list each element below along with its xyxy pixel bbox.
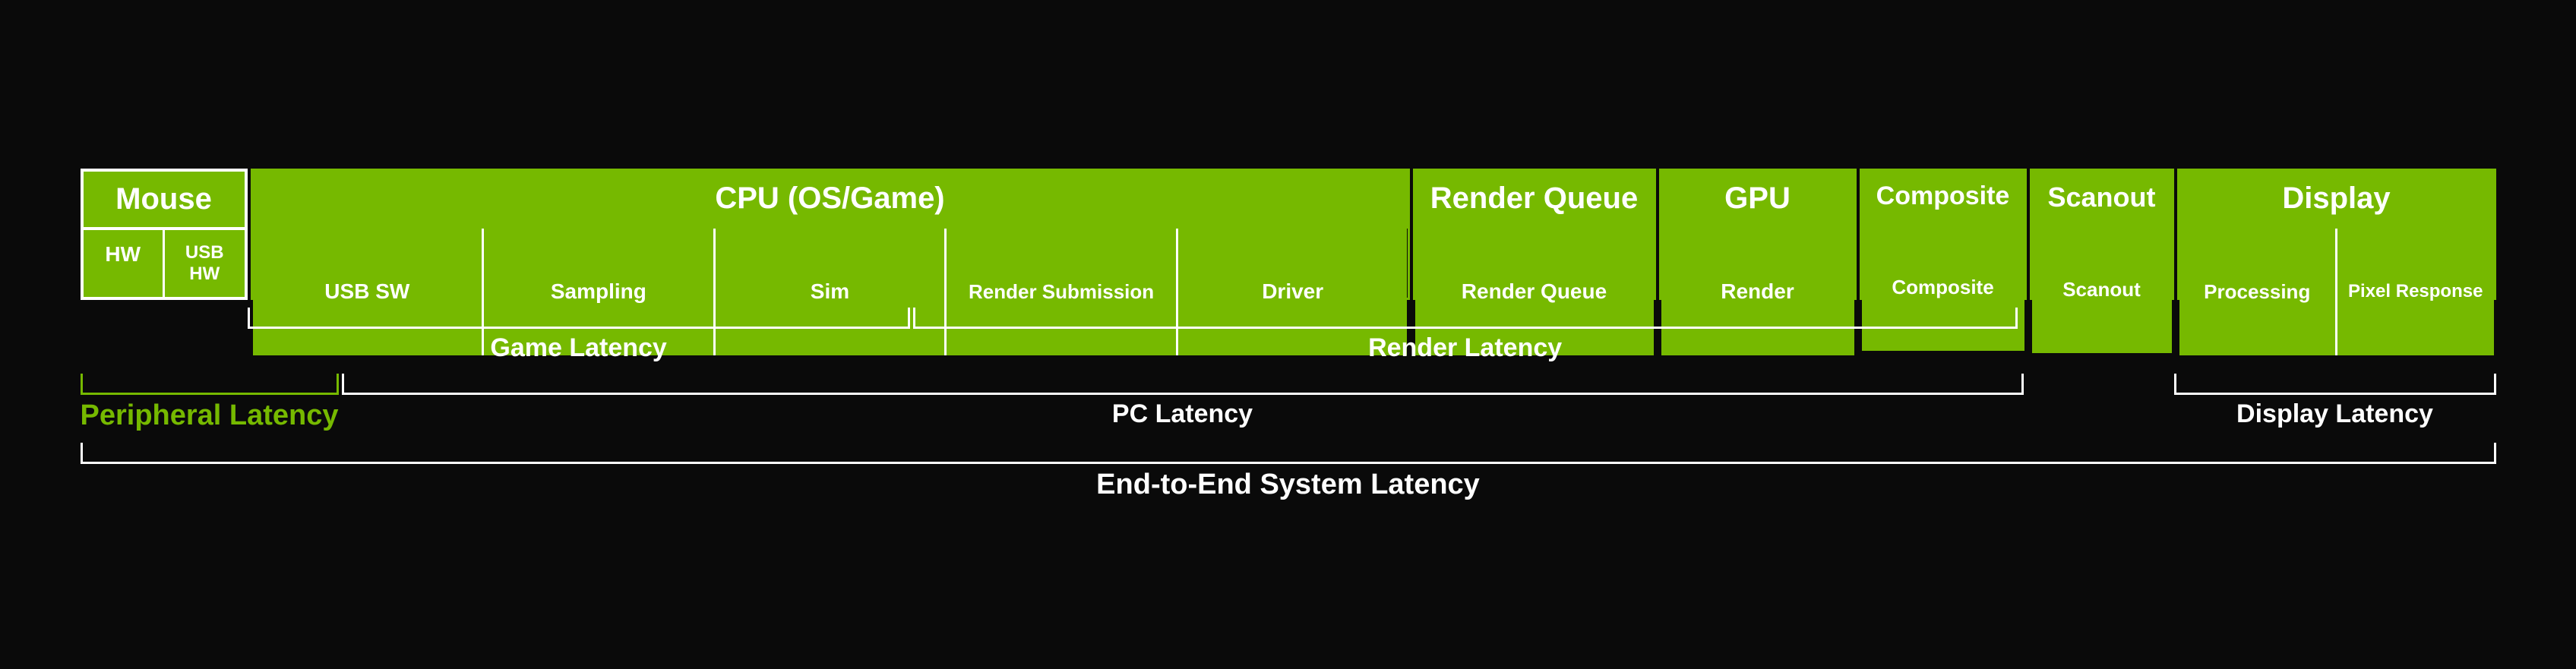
- scanout-block: Scanout: [2032, 226, 2172, 353]
- display-latency-brace: [2174, 374, 2496, 395]
- display-latency-label: Display Latency: [2236, 395, 2433, 429]
- gpu-group: GPU Render: [1659, 169, 1857, 300]
- display-processing: Processing: [2179, 229, 2338, 355]
- game-latency-bracket: Game Latency: [248, 308, 910, 363]
- blocks-row: Mouse HW USB HW CPU (OS/Game) USB SW Sam…: [81, 169, 2496, 300]
- mouse-usbhw-block: USB HW: [165, 230, 245, 297]
- mouse-hw-block: HW: [84, 230, 166, 297]
- end-to-end-latency-brace: [81, 443, 2496, 464]
- mouse-group: Mouse HW USB HW: [81, 169, 248, 300]
- display-group: Display Processing Pixel Response: [2177, 169, 2496, 300]
- render-latency-bracket: Render Latency: [913, 308, 2018, 363]
- composite-header: Composite: [1862, 171, 2024, 224]
- scanout-group: Scanout Scanout: [2030, 169, 2174, 300]
- display-latency-bracket: Display Latency: [2174, 374, 2496, 429]
- render-latency-label: Render Latency: [1368, 329, 1562, 363]
- mouse-header: Mouse: [84, 172, 245, 230]
- end-to-end-latency-bracket: End-to-End System Latency: [81, 443, 2496, 501]
- display-pixel-response: Pixel Response: [2337, 229, 2494, 355]
- game-latency-label: Game Latency: [490, 329, 666, 363]
- scanout-header: Scanout: [2032, 171, 2172, 226]
- display-header: Display: [2179, 171, 2494, 229]
- end-to-end-latency-label: End-to-End System Latency: [1096, 464, 1480, 501]
- pc-latency-label: PC Latency: [1112, 395, 1253, 429]
- peripheral-latency-label: Peripheral Latency: [81, 395, 339, 432]
- pc-latency-bracket: PC Latency: [342, 374, 2024, 429]
- game-latency-brace: [248, 308, 910, 329]
- peripheral-latency-bracket: Peripheral Latency: [81, 374, 339, 432]
- render-latency-brace: [913, 308, 2018, 329]
- render-queue-group: Render Queue Render Queue: [1413, 169, 1656, 300]
- peripheral-latency-brace: [81, 374, 339, 395]
- rq-header: Render Queue: [1415, 171, 1654, 229]
- pc-latency-brace: [342, 374, 2024, 395]
- cpu-header: CPU (OS/Game): [253, 171, 1408, 229]
- composite-group: Composite Composite: [1860, 169, 2027, 300]
- cpu-group: CPU (OS/Game) USB SW Sampling Sim Render…: [251, 169, 1410, 300]
- gpu-header: GPU: [1661, 171, 1854, 229]
